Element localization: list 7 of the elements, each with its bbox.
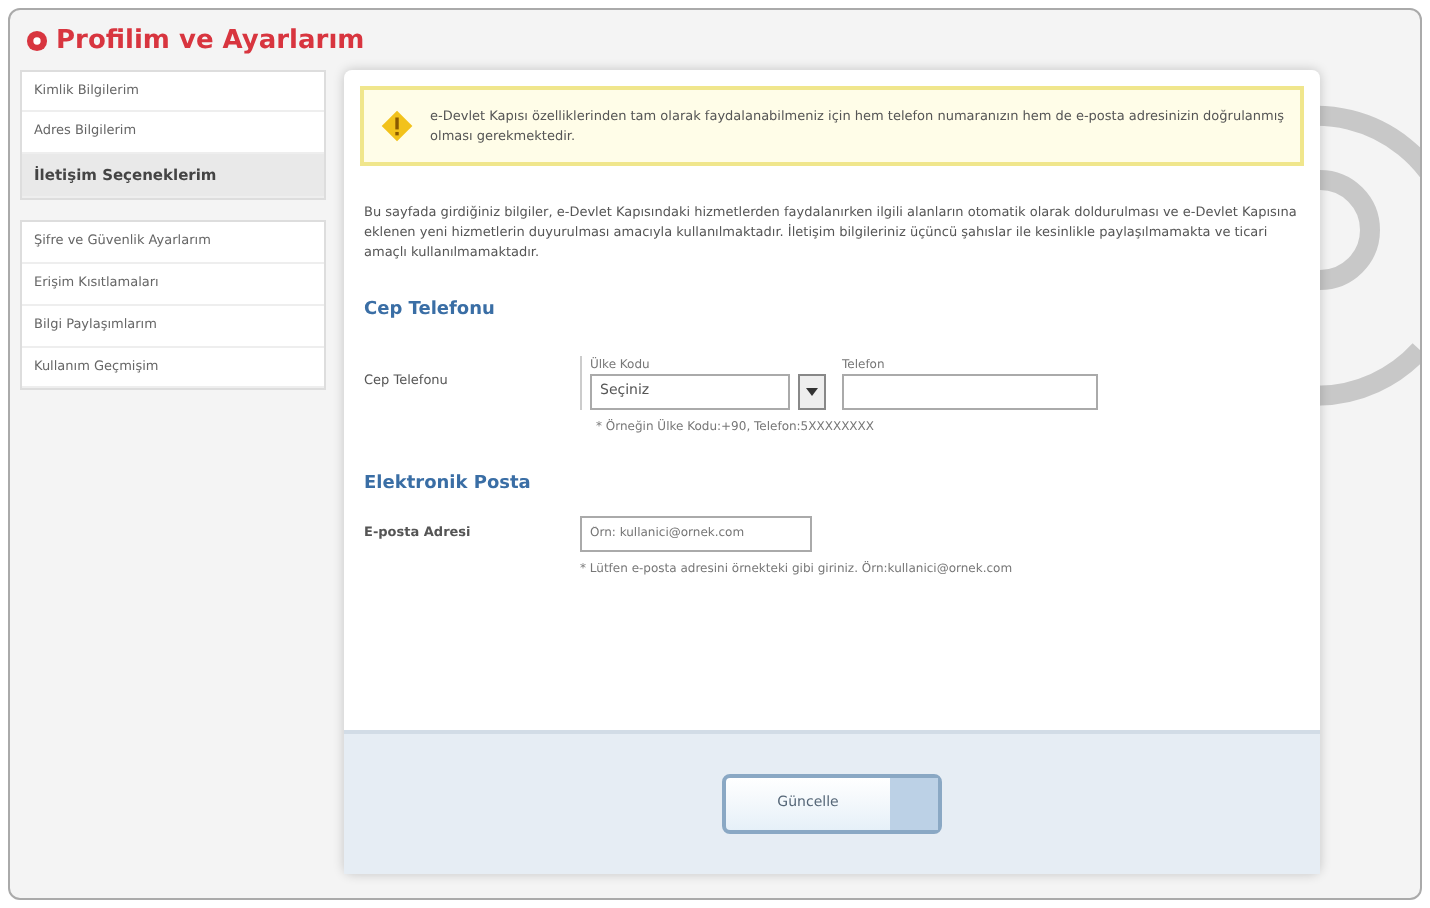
bullet-icon: [26, 30, 48, 53]
warning-icon: [380, 105, 415, 146]
page-title: Profilim ve Ayarlarım: [56, 24, 365, 60]
section-heading: Cep Telefonu: [364, 297, 497, 324]
dropdown-icon[interactable]: [798, 374, 826, 411]
section-heading: Elektronik Posta: [364, 472, 533, 499]
phone-input[interactable]: [842, 374, 1098, 411]
